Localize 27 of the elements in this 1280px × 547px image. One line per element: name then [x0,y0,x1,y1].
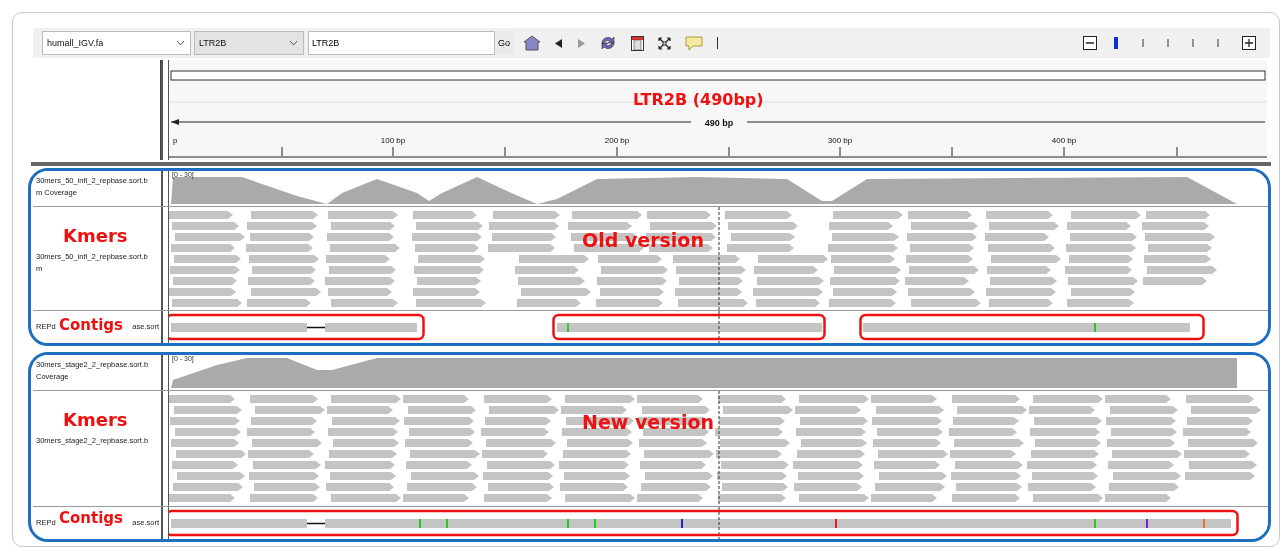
annotation-label: Contigs [59,318,123,333]
go-button[interactable]: Go [495,31,513,55]
zoom-in-icon[interactable] [1242,36,1256,50]
refresh-icon[interactable] [599,35,617,51]
genome-dropdown[interactable]: humall_IGV.fa [42,31,191,55]
annotation-label: Old version [582,231,704,250]
annotation-label: Kmers [63,411,128,429]
fit-icon[interactable] [658,36,671,50]
panel-icon[interactable] [631,35,644,51]
annotation-label: Kmers [63,227,128,245]
tick-label: 100 bp [380,136,406,145]
caret-icon [176,40,185,46]
home-icon[interactable] [523,35,541,51]
slider-thumb[interactable] [1114,37,1118,49]
locus-field[interactable]: LTR2B [308,31,495,55]
chromosome-dropdown[interactable]: LTR2B [194,31,304,55]
span-label: 490 bp [704,118,734,128]
tick-label: p [173,136,178,145]
back-icon[interactable] [555,38,563,48]
tick-label: 400 bp [1051,136,1077,145]
zoom-out-icon[interactable] [1083,36,1097,50]
caret-icon [289,40,298,46]
region-title: LTR2B (490bp) [633,90,764,109]
tick-label: 200 bp [604,136,630,145]
annotation-label: New version [582,413,714,432]
tick-label: 300 bp [827,136,853,145]
annotation-label: Contigs [59,511,123,526]
